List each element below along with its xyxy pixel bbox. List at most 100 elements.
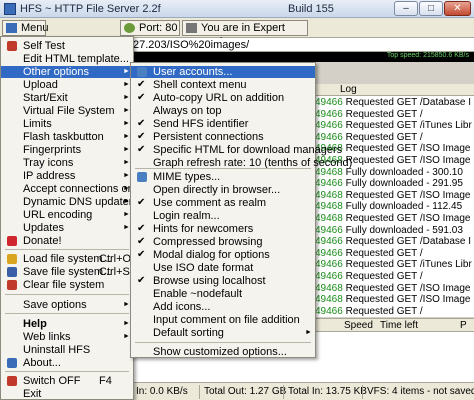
- menu-item-label: Login realm...: [153, 210, 220, 222]
- status-divider: [199, 385, 200, 399]
- minimize-button[interactable]: –: [394, 1, 418, 16]
- checkmark-icon: ✔: [137, 118, 146, 129]
- menu-item-label: User accounts...: [153, 66, 233, 78]
- menu-item-clear-file-system[interactable]: Clear file system: [1, 279, 133, 291]
- log-pane[interactable]: 49466 Requested GET /Database I 49466 Req…: [310, 84, 474, 317]
- menu-item-edit-html-template[interactable]: Edit HTML template...: [1, 53, 133, 65]
- checkmark-icon: ✔: [137, 197, 146, 208]
- menu-item-self-test[interactable]: Self Test: [1, 40, 133, 52]
- log-header: Log: [310, 84, 474, 96]
- menu-item-hints-for-newcomers[interactable]: ✔ Hints for newcomers: [131, 223, 315, 235]
- menu-item-enable-nodefault[interactable]: Enable ~nodefault: [131, 288, 315, 300]
- shortcut-label: F4: [99, 375, 112, 387]
- shortcut-label: Ctrl+O: [99, 253, 132, 265]
- menu-item-uninstall-hfs[interactable]: Uninstall HFS: [1, 344, 133, 356]
- menu-item-load-file-system[interactable]: Load file system... Ctrl+O: [1, 253, 133, 265]
- menu-item-label: Auto-copy URL on addition: [153, 92, 285, 104]
- menu-item-mime-types[interactable]: MIME types...: [131, 171, 315, 183]
- log-entry: 49468 Requested GET /ISO Image: [315, 190, 470, 202]
- menu-item-auto-copy-url-on-addition[interactable]: ✔ Auto-copy URL on addition: [131, 92, 315, 104]
- status-total-in: Total In: 13.75 KB: [288, 386, 367, 397]
- menu-item-other-options[interactable]: Other options ►: [1, 66, 133, 78]
- menu-icon: [6, 23, 17, 33]
- mode-icon: [186, 23, 197, 33]
- menu-item-persistent-connections[interactable]: ✔ Persistent connections: [131, 131, 315, 143]
- menu-item-label: Use ISO date format: [153, 262, 254, 274]
- url-text: 27.203/ISO%20images/: [133, 39, 250, 51]
- menu-item-flash-taskbutton[interactable]: Flash taskbutton ►: [1, 131, 133, 143]
- menu-item-updates[interactable]: Updates ►: [1, 222, 133, 234]
- menu-item-donate[interactable]: Donate!: [1, 235, 133, 247]
- menu-item-specific-html-for-download-managers[interactable]: ✔ Specific HTML for download managers: [131, 144, 342, 156]
- menu-item-compressed-browsing[interactable]: ✔ Compressed browsing: [131, 236, 315, 248]
- main-menu: Self Test Edit HTML template... Other opti…: [0, 36, 134, 400]
- log-entry-text: Requested GET /: [342, 271, 423, 282]
- menu-item-fingerprints[interactable]: Fingerprints ►: [1, 144, 133, 156]
- menu-item-switch-off[interactable]: Switch OFF F4: [1, 375, 133, 387]
- menu-item-tray-icons[interactable]: Tray icons ►: [1, 157, 133, 169]
- time-left-column-header[interactable]: Time left: [380, 320, 418, 331]
- log-entry-id: 49466: [315, 97, 343, 108]
- checkmark-icon: ✔: [137, 236, 146, 247]
- menu-item-dynamic-dns-updater[interactable]: Dynamic DNS updater ►: [1, 196, 133, 208]
- maximize-button[interactable]: □: [419, 1, 443, 16]
- menu-item-accept-connections-on[interactable]: Accept connections on ►: [1, 183, 134, 195]
- log-entry-text: Requested GET /ISO Image: [342, 282, 471, 294]
- menu-item-input-comment-on-file-addition[interactable]: Input comment on file addition: [131, 314, 315, 326]
- menu-item-user-accounts[interactable]: User accounts...: [131, 66, 315, 78]
- menu-item-show-customized-options[interactable]: Show customized options...: [131, 346, 315, 358]
- port-button[interactable]: Port: 80: [120, 20, 180, 36]
- menu-item-login-realm[interactable]: Login realm...: [131, 210, 315, 222]
- menu-item-send-hfs-identifier[interactable]: ✔ Send HFS identifier: [131, 118, 315, 130]
- menu-item-label: Shell context menu: [153, 79, 247, 91]
- log-entry-id: 49468: [315, 201, 343, 213]
- menu-item-label: About...: [23, 357, 61, 369]
- menu-item-browse-using-localhost[interactable]: ✔ Browse using localhost: [131, 275, 315, 287]
- speed-column-header[interactable]: Speed: [344, 320, 373, 331]
- log-entry: 49468 Requested GET /ISO Image: [315, 283, 470, 295]
- clear-icon: [7, 280, 17, 290]
- menu-item-open-directly-in-browser[interactable]: Open directly in browser...: [131, 184, 315, 196]
- menu-item-use-comment-as-realm[interactable]: ✔ Use comment as realm: [131, 197, 315, 209]
- menu-item-label: Hints for newcomers: [153, 223, 254, 235]
- menu-item-add-icons[interactable]: Add icons...: [131, 301, 315, 313]
- submenu-arrow-icon: ►: [123, 81, 130, 88]
- menu-item-label: Self Test: [23, 40, 65, 52]
- menu-item-save-options[interactable]: Save options ►: [1, 299, 133, 311]
- submenu-arrow-icon: ►: [123, 133, 130, 140]
- log-entry-text: Fully downloaded - 591.03: [342, 224, 463, 236]
- menu-item-start-exit[interactable]: Start/Exit ►: [1, 92, 133, 104]
- hfs-app-icon: [4, 3, 16, 15]
- menu-item-limits[interactable]: Limits ►: [1, 118, 133, 130]
- checkmark-icon: ✔: [137, 275, 146, 286]
- menu-item-label: Persistent connections: [153, 131, 264, 143]
- log-entry-text: Requested GET /ISO Image: [342, 294, 471, 306]
- submenu-arrow-icon: ►: [123, 320, 130, 327]
- menu-item-save-file-system[interactable]: Save file system... Ctrl+S: [1, 266, 133, 278]
- menu-item-default-sorting[interactable]: Default sorting ►: [131, 327, 315, 339]
- menu-item-about[interactable]: About...: [1, 357, 133, 369]
- progress-column-header[interactable]: P: [460, 320, 467, 331]
- log-entry-text: Requested GET /ISO Image: [342, 189, 471, 201]
- log-entry-text: Requested GET /iTunes Libr: [342, 120, 472, 132]
- menu-item-label: Edit HTML template...: [23, 53, 129, 65]
- menu-item-virtual-file-system[interactable]: Virtual File System ►: [1, 105, 133, 117]
- submenu-arrow-icon: ►: [305, 329, 312, 336]
- log-entry-text: Fully downloaded - 300.10: [342, 166, 463, 178]
- menu-item-modal-dialog-for-options[interactable]: ✔ Modal dialog for options: [131, 249, 315, 261]
- menu-item-exit[interactable]: Exit: [1, 388, 133, 400]
- log-entry: 49466 Requested GET /Database I: [315, 236, 471, 248]
- menu-item-upload[interactable]: Upload ►: [1, 79, 133, 91]
- mode-button[interactable]: You are in Expert mode: [182, 20, 308, 48]
- log-entry-id: 49466: [315, 236, 343, 248]
- menu-item-ip-address[interactable]: IP address ►: [1, 170, 133, 182]
- menu-item-help[interactable]: Help ►: [1, 318, 133, 330]
- menu-item-shell-context-menu[interactable]: ✔ Shell context menu: [131, 79, 315, 91]
- menu-item-web-links[interactable]: Web links ►: [1, 331, 133, 343]
- menu-item-always-on-top[interactable]: Always on top: [131, 105, 315, 117]
- menu-button[interactable]: Menu: [2, 20, 49, 36]
- menu-item-url-encoding[interactable]: URL encoding ►: [1, 209, 133, 221]
- submenu-arrow-icon: ►: [123, 211, 130, 218]
- close-button[interactable]: ✕: [444, 1, 471, 16]
- menu-item-use-iso-date-format[interactable]: Use ISO date format: [131, 262, 315, 274]
